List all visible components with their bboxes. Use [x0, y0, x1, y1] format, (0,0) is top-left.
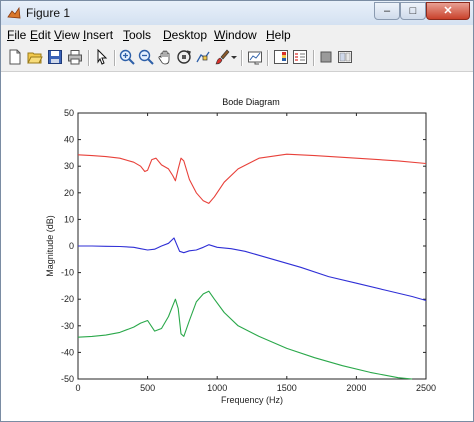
menu-insert[interactable]: Insert [83, 28, 113, 42]
y-tick-label: 0 [69, 241, 74, 251]
pointer-icon[interactable] [94, 49, 110, 65]
figure-canvas: Bode Diagram 0 500 1000 1500 2000 2500 -50 -40-… [1, 72, 473, 421]
menu-window[interactable]: Window [214, 28, 257, 42]
x-tick-label: 1500 [277, 383, 297, 393]
close-button[interactable]: ✕ [426, 2, 470, 20]
y-tick-label: 10 [64, 214, 74, 224]
y-tick-label: 30 [64, 161, 74, 171]
link-plot-icon[interactable] [247, 49, 263, 65]
menu-help[interactable]: Help [266, 28, 291, 42]
chart-title: Bode Diagram [222, 97, 280, 107]
pan-icon[interactable] [157, 49, 173, 65]
axes-box [77, 112, 427, 380]
menu-desktop[interactable]: Desktop [163, 28, 207, 42]
open-file-icon[interactable] [27, 49, 43, 65]
brush-icon[interactable] [214, 49, 230, 65]
zoom-out-icon[interactable] [138, 49, 154, 65]
figure-toolbar [1, 45, 473, 72]
toolbar-separator [267, 50, 269, 66]
x-tick-label: 2500 [416, 383, 436, 393]
y-tick-label: 50 [64, 108, 74, 118]
y-tick-label: -10 [61, 268, 74, 278]
brush-dropdown-icon[interactable] [230, 49, 238, 65]
window-title: Figure 1 [26, 6, 71, 20]
hide-plot-tools-icon[interactable] [318, 49, 334, 65]
menu-view[interactable]: View [54, 28, 80, 42]
menu-file[interactable]: File [7, 28, 26, 42]
insert-legend-icon[interactable] [292, 49, 308, 65]
x-tick-label: 500 [140, 383, 155, 393]
bode-plot[interactable]: Bode Diagram 0 500 1000 1500 2000 2500-50-40-… [1, 72, 473, 421]
minimize-button[interactable]: – [374, 2, 400, 20]
y-axis-label: Magnitude (dB) [45, 215, 55, 277]
save-icon[interactable] [47, 49, 63, 65]
matlab-figure-icon [7, 6, 21, 19]
y-tick-label: 20 [64, 188, 74, 198]
x-tick-label: 2000 [346, 383, 366, 393]
show-plot-tools-icon[interactable] [337, 49, 353, 65]
x-tick-label: 1000 [207, 383, 227, 393]
y-tick-label: -50 [61, 374, 74, 384]
zoom-in-icon[interactable] [119, 49, 135, 65]
figure-window: Figure 1 – □ ✕ File Edit View Insert Tools De… [0, 0, 474, 422]
x-tick-label: 0 [75, 383, 80, 393]
menu-tools[interactable]: Tools [123, 28, 151, 42]
x-axis-label: Frequency (Hz) [221, 395, 283, 405]
menu-bar: File Edit View Insert Tools Desktop Window Help [1, 25, 473, 45]
menu-edit[interactable]: Edit [30, 28, 51, 42]
rotate-3d-icon[interactable] [176, 49, 192, 65]
y-tick-label: -20 [61, 294, 74, 304]
toolbar-separator [114, 50, 116, 66]
toolbar-separator [313, 50, 315, 66]
y-tick-label: -40 [61, 347, 74, 357]
y-tick-label: 40 [64, 135, 74, 145]
title-bar[interactable]: Figure 1 – □ ✕ [1, 1, 473, 25]
toolbar-separator [241, 50, 243, 66]
y-tick-label: -30 [61, 321, 74, 331]
print-icon[interactable] [67, 49, 83, 65]
new-figure-icon[interactable] [7, 49, 23, 65]
toolbar-separator [88, 50, 90, 66]
insert-colorbar-icon[interactable] [273, 49, 289, 65]
data-cursor-icon[interactable] [195, 49, 211, 65]
maximize-button[interactable]: □ [400, 2, 426, 20]
